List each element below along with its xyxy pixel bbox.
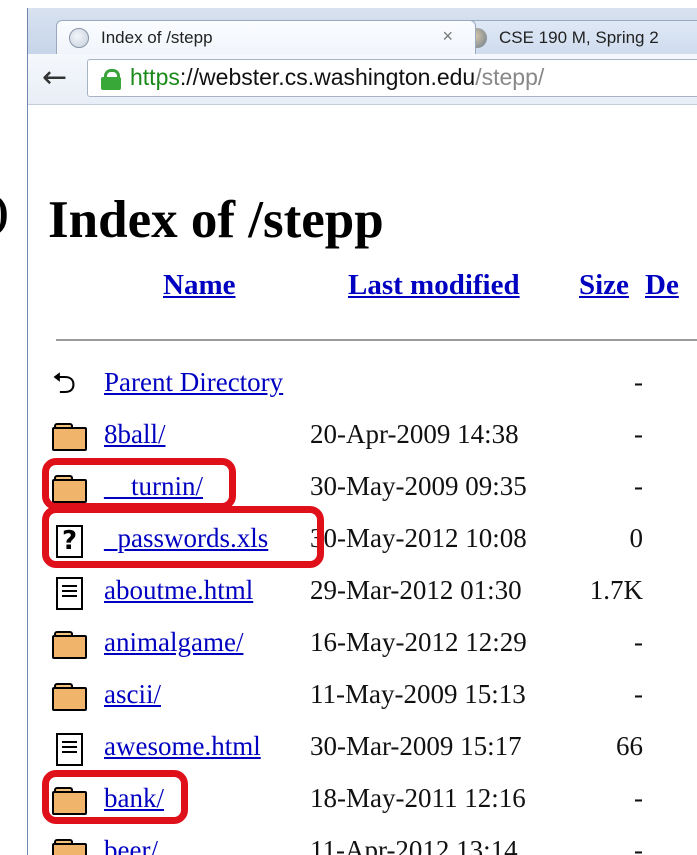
entry-modified: 11-May-2009 15:13 (310, 679, 526, 709)
folder-icon (52, 421, 90, 455)
entry-size: - (634, 367, 643, 397)
entry-modified: 18-May-2011 12:16 (310, 783, 526, 813)
tab-title: CSE 190 M, Spring 2 (499, 28, 659, 47)
entry-modified: 30-May-2009 09:35 (310, 471, 527, 501)
entry-link[interactable]: Parent Directory (104, 367, 283, 398)
toolbar: ← https://webster.cs.washington.edu/step… (28, 54, 697, 105)
entry-size: 1.7K (589, 575, 643, 605)
address-bar[interactable]: https://webster.cs.washington.edu/stepp/ (87, 59, 697, 97)
globe-icon (69, 28, 89, 48)
folder-icon (52, 837, 90, 855)
entry-link[interactable]: awesome.html (104, 731, 261, 762)
entry-size: 0 (629, 523, 644, 553)
lock-icon (101, 69, 121, 90)
entry-link[interactable]: beer/ (104, 835, 158, 855)
entry-size: - (634, 471, 643, 501)
tab-title: Index of /stepp (101, 28, 213, 47)
browser-window: CSE 190 M, Spring 2 Index of /stepp × ← … (27, 8, 697, 855)
entry-modified: 30-Mar-2009 15:17 (310, 731, 522, 761)
url-text: https://webster.cs.washington.edu/stepp/ (130, 64, 545, 90)
text-file-icon (52, 733, 90, 767)
entry-link[interactable]: ascii/ (104, 679, 161, 710)
folder-icon (52, 681, 90, 715)
highlight-box-passwords (42, 506, 324, 568)
list-item: ascii/ 11-May-2009 15:13 - (28, 679, 697, 723)
parent-icon: ⮌ (52, 366, 77, 401)
highlight-box-bank (42, 770, 188, 824)
back-button[interactable]: ← (42, 60, 67, 95)
column-last-modified-link[interactable]: Last modified (348, 269, 520, 302)
entry-modified: 11-Apr-2012 13:14 (310, 835, 518, 855)
text-file-icon (52, 577, 90, 611)
column-description-link[interactable]: De (645, 269, 679, 302)
tab-index-of-stepp[interactable]: Index of /stepp × (56, 20, 476, 54)
folder-icon (52, 629, 90, 663)
entry-size: - (634, 679, 643, 709)
list-item: ⮌ Parent Directory - (28, 367, 697, 411)
entry-size: - (634, 783, 643, 813)
entry-modified: 20-Apr-2009 14:38 (310, 419, 519, 449)
entry-modified: 30-May-2012 10:08 (310, 523, 527, 553)
divider (56, 339, 697, 341)
entry-link[interactable]: animalgame/ (104, 627, 243, 658)
column-size-link[interactable]: Size (579, 269, 629, 302)
list-item: 8ball/ 20-Apr-2009 14:38 - (28, 419, 697, 463)
tab-strip: CSE 190 M, Spring 2 Index of /stepp × (28, 8, 697, 54)
entry-modified: 16-May-2012 12:29 (310, 627, 527, 657)
list-item: awesome.html 30-Mar-2009 15:17 66 (28, 731, 697, 775)
edge-paren-fragment: ) (0, 186, 9, 237)
close-tab-icon[interactable]: × (442, 26, 453, 47)
highlight-box-turnin (42, 458, 236, 510)
left-gutter (0, 0, 27, 855)
list-item: beer/ 11-Apr-2012 13:14 - (28, 835, 697, 855)
entry-size: 66 (616, 731, 643, 761)
entry-link[interactable]: 8ball/ (104, 419, 166, 450)
tab-cse190m[interactable]: CSE 190 M, Spring 2 (440, 20, 697, 54)
entry-size: - (634, 627, 643, 657)
entry-modified: 29-Mar-2012 01:30 (310, 575, 522, 605)
entry-link[interactable]: aboutme.html (104, 575, 253, 606)
entry-size: - (634, 419, 643, 449)
list-item: aboutme.html 29-Mar-2012 01:30 1.7K (28, 575, 697, 619)
list-item: animalgame/ 16-May-2012 12:29 - (28, 627, 697, 671)
entry-size: - (634, 835, 643, 855)
column-name-link[interactable]: Name (163, 269, 235, 302)
page-title: Index of /stepp (48, 191, 384, 249)
